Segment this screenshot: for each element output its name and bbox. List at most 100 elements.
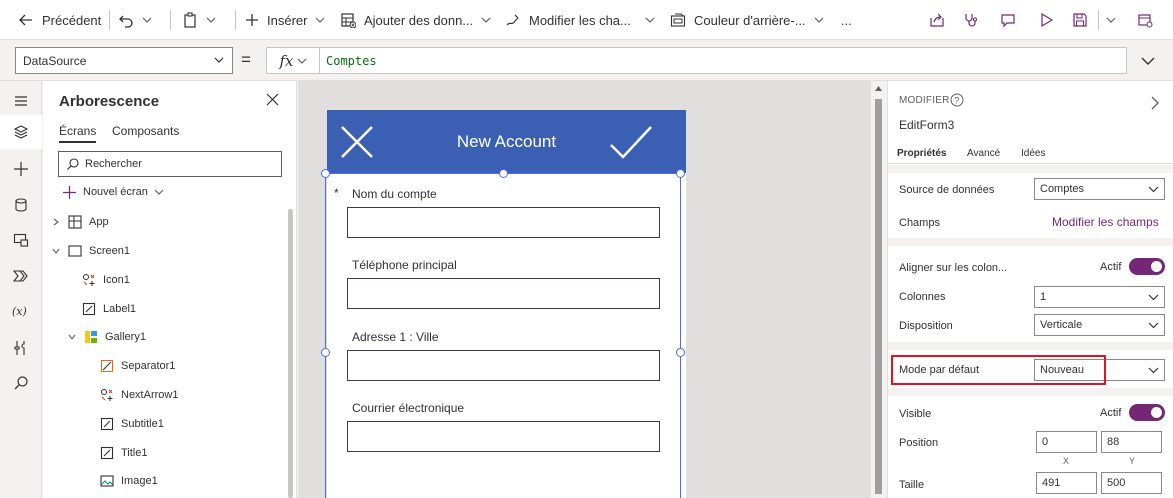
label-control-icon [99,445,115,461]
add-data-label: Ajouter des donn... [364,12,474,28]
preview-play-button[interactable] [1038,0,1054,40]
chevron-down-icon [1106,17,1116,23]
chevron-down-icon[interactable] [51,247,61,255]
tree-view-button[interactable] [0,115,42,149]
edit-fields-link[interactable]: Modifier les champs [1052,215,1159,229]
account-name-input[interactable] [347,207,660,238]
chevron-down-icon[interactable] [67,333,77,341]
image-icon [99,473,115,489]
tree-node-label: Gallery1 [105,331,146,343]
search-rail-button[interactable] [0,366,42,400]
insert-label: Insérer [267,12,308,28]
tree-search-input[interactable]: Rechercher [58,151,282,177]
cancel-icon[interactable] [340,125,374,162]
help-icon[interactable]: ? [950,93,964,110]
undo-button[interactable] [118,0,152,40]
position-x-input[interactable]: 0 [1036,431,1097,453]
visible-state: Actif [1100,407,1122,419]
edit-fields-button[interactable]: Modifier les cha... [505,0,655,40]
tree-node-gallery1[interactable]: Gallery1 [67,327,146,347]
required-asterisk: * [334,186,339,200]
submit-check-icon[interactable] [609,125,653,162]
tab-advanced[interactable]: Avancé [967,148,1000,159]
resize-handle[interactable] [676,348,685,357]
email-input[interactable] [347,421,660,452]
paste-button[interactable] [182,0,216,40]
size-width-input[interactable]: 491 [1036,472,1097,494]
expand-formula-button[interactable] [1131,47,1165,74]
snap-to-columns-label: Aligner sur les colon... [899,262,1008,274]
back-button[interactable]: Précédent [18,0,101,40]
data-rail-button[interactable] [0,188,42,222]
address-city-input[interactable] [347,350,660,381]
canvas-scroll-thumb[interactable] [875,99,882,494]
fields-label: Champs [899,217,940,229]
insert-button[interactable]: Insérer [245,0,325,40]
chevron-right-icon[interactable] [51,218,61,226]
visible-label: Visible [899,408,932,420]
tree-node-subtitle1[interactable]: Subtitle1 [99,414,164,434]
media-rail-button[interactable] [0,223,42,257]
tab-components[interactable]: Composants [112,124,179,138]
function-picker-button[interactable]: fx [266,47,320,74]
play-icon [1041,12,1054,28]
layout-dropdown[interactable]: Verticale [1034,314,1165,336]
tree-scrollbar[interactable] [288,209,293,498]
tree-search-placeholder: Rechercher [85,158,142,170]
add-data-button[interactable]: Ajouter des donn... [340,0,491,40]
resize-handle[interactable] [321,169,330,178]
formula-input[interactable]: Comptes [319,47,1127,74]
new-screen-button[interactable]: Nouvel écran [63,184,164,200]
background-fill-icon [670,13,686,27]
resize-handle[interactable] [321,348,330,357]
tree-node-app[interactable]: App [51,212,109,232]
canvas-scrollbar[interactable] [871,81,886,498]
share-button[interactable] [929,0,945,40]
advanced-tools-rail-button[interactable] [0,331,42,365]
tree-node-title1[interactable]: Title1 [99,443,148,463]
chevron-right-icon[interactable] [1150,96,1160,113]
tree-node-separator1[interactable]: Separator1 [99,356,175,376]
size-height-input[interactable]: 500 [1101,472,1162,494]
tree-node-nextarrow1[interactable]: NextArrow1 [99,385,178,405]
background-color-button[interactable]: Couleur d'arrière-... [670,0,824,40]
field-label-address-city: Adresse 1 : Ville [352,330,439,344]
chevron-down-icon [1148,294,1159,301]
columns-dropdown[interactable]: 1 [1034,286,1165,308]
close-tree-view-button[interactable] [266,93,279,109]
power-automate-rail-button[interactable] [0,259,42,293]
more-commands-button[interactable]: ... [841,0,852,40]
tab-properties[interactable]: Propriétés [897,148,947,167]
tree-node-icon1[interactable]: Icon1 [81,270,130,290]
property-dropdown[interactable]: DataSource [15,47,233,74]
tree-node-label1[interactable]: Label1 [81,299,136,319]
save-options-button[interactable] [1106,0,1116,40]
size-label: Taille [899,479,925,491]
tree-node-image1[interactable]: Image1 [99,471,158,491]
variables-rail-button[interactable]: (x) [0,294,42,328]
new-screen-label: Nouvel écran [83,186,148,198]
position-y-input[interactable]: 88 [1101,431,1162,453]
section-divider [888,388,1173,396]
data-source-dropdown[interactable]: Comptes [1034,178,1165,200]
insert-rail-button[interactable] [0,152,42,186]
x-axis-caption: X [1063,456,1070,466]
visible-toggle[interactable] [1129,404,1165,421]
scroll-up-icon[interactable] [875,85,882,91]
tree-node-screen1[interactable]: Screen1 [51,241,130,261]
plus-icon [63,185,76,199]
publish-button[interactable] [1137,0,1153,40]
chevron-down-icon [297,58,306,64]
tab-screens[interactable]: Écrans [59,124,97,143]
tab-ideas[interactable]: Idées [1021,148,1045,159]
resize-handle[interactable] [676,169,685,178]
tree-view-panel: Arborescence Écrans Composants Recherche… [43,81,297,498]
save-button[interactable] [1072,0,1088,40]
resize-handle[interactable] [499,169,508,178]
chevron-down-icon [1148,186,1159,193]
comments-button[interactable] [1000,0,1016,40]
hamburger-menu-button[interactable] [0,84,42,118]
main-phone-input[interactable] [347,278,660,309]
app-checker-button[interactable] [963,0,979,40]
snap-to-columns-toggle[interactable] [1129,258,1165,275]
